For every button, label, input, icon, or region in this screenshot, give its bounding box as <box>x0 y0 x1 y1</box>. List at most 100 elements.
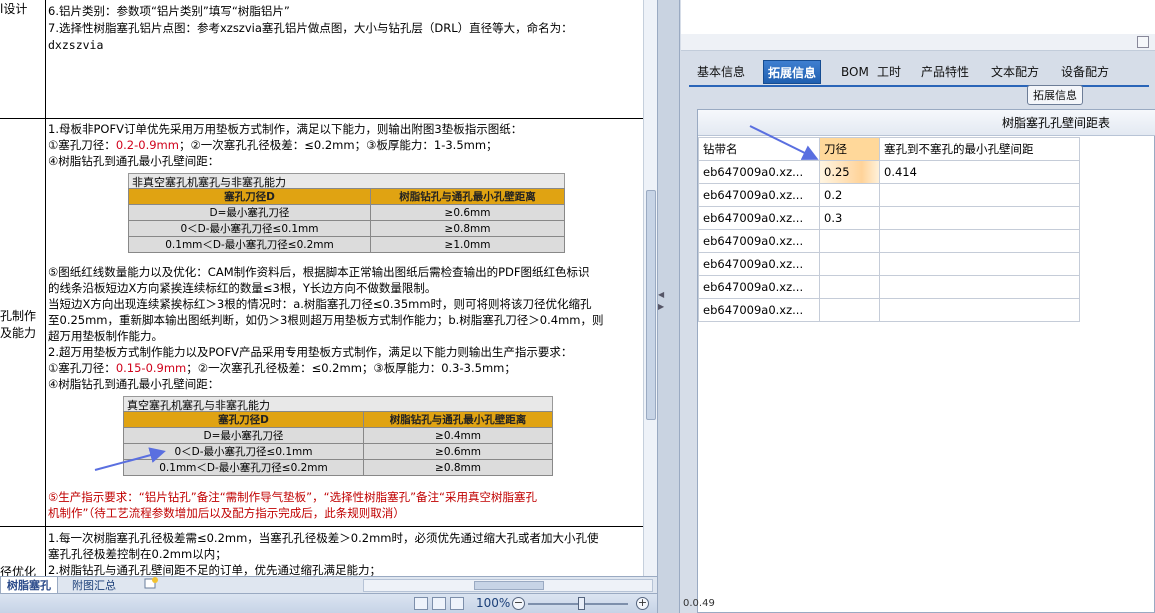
grid-cell[interactable]: eb647009a0.xz... <box>698 160 820 184</box>
zoom-level[interactable]: 100% <box>476 596 510 610</box>
table-cell: D=最小塞孔刀径 <box>123 427 364 444</box>
column-header-tool-diameter[interactable]: 刀径 <box>819 137 880 161</box>
spreadsheet-pane: l设计 孔制作 及能力 径优化 6.铝片类别：参数项“铝片类别”填写“树脂铝片”… <box>0 0 657 613</box>
grid-cell[interactable]: eb647009a0.xz... <box>698 206 820 230</box>
grid-cell[interactable] <box>819 229 880 253</box>
text-segment: ①塞孔刀径： <box>48 361 116 375</box>
column-header-drill-name[interactable]: 钻带名 <box>698 137 820 161</box>
grid-row[interactable]: eb647009a0.xz... 0.25 0.414 <box>698 160 1080 184</box>
grid-cell[interactable]: eb647009a0.xz... <box>698 298 820 322</box>
row-label-cell[interactable]: l设计 <box>0 0 46 118</box>
tab-bom[interactable]: BOM <box>837 60 873 84</box>
grid-row[interactable]: eb647009a0.xz... <box>698 229 1080 253</box>
panel-toolbar <box>681 34 1155 51</box>
row-divider <box>0 118 657 119</box>
grid-cell[interactable] <box>819 275 880 299</box>
grid-row[interactable]: eb647009a0.xz... 0.2 <box>698 183 1080 207</box>
grid-cell[interactable]: 0.2 <box>819 183 880 207</box>
table-cell: ≥0.6mm <box>363 443 553 460</box>
capability-table-2: 塞孔刀径D 树脂钻孔与通孔最小孔壁距离 D=最小塞孔刀径 ≥0.4mm 0＜D-最… <box>123 411 553 476</box>
vertical-scrollbar[interactable] <box>643 0 657 576</box>
tab-work-hours[interactable]: 工时 <box>873 60 905 84</box>
grid-row[interactable]: eb647009a0.xz... <box>698 298 1080 322</box>
zoom-slider-knob[interactable] <box>578 597 585 610</box>
row-label: 孔制作 <box>0 309 37 323</box>
tab-equipment-recipe[interactable]: 设备配方 <box>1057 60 1113 84</box>
collapse-left-icon[interactable]: ◀ <box>658 290 665 300</box>
grid-cell[interactable] <box>819 252 880 276</box>
grid-row[interactable]: eb647009a0.xz... <box>698 275 1080 299</box>
row-label-cell[interactable]: 孔制作 及能力 <box>0 119 46 526</box>
tab-text-recipe[interactable]: 文本配方 <box>987 60 1043 84</box>
grid-cell[interactable]: eb647009a0.xz... <box>698 275 820 299</box>
table2-title: 真空塞孔机塞孔与非塞孔能力 <box>123 396 553 412</box>
column-header-min-wall-spacing[interactable]: 塞孔到不塞孔的最小孔壁间距 <box>879 137 1080 161</box>
grid-row[interactable]: eb647009a0.xz... 0.3 <box>698 206 1080 230</box>
pane-splitter[interactable]: ◀ ▶ <box>657 0 680 613</box>
scroll-thumb[interactable] <box>646 190 656 420</box>
grid-cell[interactable]: eb647009a0.xz... <box>698 183 820 207</box>
grid-cell[interactable]: 0.3 <box>819 206 880 230</box>
detail-panel: 基本信息 拓展信息 BOM 工时 产品特性 文本配方 设备配方 树脂塞孔孔壁间距… <box>681 0 1155 613</box>
text-line: ④树脂钻孔到通孔最小孔壁间距： <box>48 377 220 391</box>
grid-caption: 树脂塞孔孔壁间距表 <box>698 110 1155 136</box>
table-cell: ≥0.8mm <box>370 220 565 237</box>
zoom-in-icon[interactable]: + <box>636 597 649 610</box>
zoom-out-icon[interactable]: − <box>512 597 525 610</box>
text-line: ①塞孔刀径：0.15-0.9mm；②一次塞孔孔径极差：≤0.2mm；③板厚能力：… <box>48 360 516 376</box>
table-cell: ≥0.4mm <box>363 427 553 444</box>
insert-sheet-icon[interactable] <box>138 577 164 594</box>
grid-cell[interactable] <box>879 275 1080 299</box>
grid-cell[interactable]: eb647009a0.xz... <box>698 229 820 253</box>
red-value: 0.2-0.9mm <box>115 138 179 152</box>
horizontal-scrollbar[interactable] <box>363 579 653 592</box>
sheet-tab-figures[interactable]: 附图汇总 <box>66 577 122 594</box>
text-line: 当短边X方向出现连续紧挨标红＞3根的情况时：a.树脂塞孔刀径≤0.35mm时，则… <box>48 297 592 311</box>
text-segment: ①塞孔刀径： <box>48 138 116 152</box>
text-line-red: ⑤生产指示要求：“铝片钻孔”备注“需制作导气垫板”，“选择性树脂塞孔”备注“采用… <box>48 490 538 504</box>
text-line: 1.母板非POFV订单优先采用万用垫板方式制作，满足以下能力，则输出附图3垫板指… <box>48 122 523 136</box>
plug-spacing-grid-panel: 树脂塞孔孔壁间距表 钻带名 刀径 塞孔到不塞孔的最小孔壁间距 eb647009a… <box>697 109 1155 613</box>
table-header: 塞孔刀径D <box>123 411 364 428</box>
table-cell: D=最小塞孔刀径 <box>128 204 371 221</box>
grid-cell-selected[interactable]: 0.25 <box>819 160 880 184</box>
grid-cell[interactable] <box>879 183 1080 207</box>
grid-cell[interactable] <box>879 206 1080 230</box>
text-line: 的线条沿板短边X方向紧挨连续标红的数量≤3根，Y长边方向不做数量限制。 <box>48 281 437 295</box>
page-break-view-icon[interactable] <box>450 597 464 610</box>
scroll-thumb[interactable] <box>474 581 544 590</box>
collapse-right-icon[interactable]: ▶ <box>658 302 665 312</box>
normal-view-icon[interactable] <box>414 597 428 610</box>
table-cell: 0.1mm＜D-最小塞孔刀径≤0.2mm <box>128 236 371 253</box>
text-line: 1.每一次树脂塞孔孔径极差需≤0.2mm，当塞孔孔径极差＞0.2mm时，必须优先… <box>48 531 599 545</box>
text-segment: ；②一次塞孔孔径极差：≤0.2mm；③板厚能力：1-3.5mm； <box>178 138 498 152</box>
row-label-cell[interactable]: 径优化 <box>0 527 46 576</box>
row-label: 径优化 <box>0 565 37 576</box>
table1-title: 非真空塞孔机塞孔与非塞孔能力 <box>128 173 565 189</box>
grid-row[interactable]: eb647009a0.xz... <box>698 252 1080 276</box>
sheet-tab-bar: 树脂塞孔 附图汇总 <box>0 576 657 594</box>
text-line: 至0.25mm，重新脚本输出图纸判断，如仍＞3根则超万用垫板方式制作能力；b.树… <box>48 313 604 327</box>
text-line: 超万用垫板制作能力。 <box>48 329 163 343</box>
panel-top-area <box>681 0 1155 34</box>
table-cell: 0＜D-最小塞孔刀径≤0.1mm <box>123 443 364 460</box>
sheet-tab-resin-plug[interactable]: 树脂塞孔 <box>0 577 58 594</box>
grid-cell[interactable] <box>879 298 1080 322</box>
tab-basic-info[interactable]: 基本信息 <box>693 60 749 84</box>
grid-cell[interactable] <box>879 252 1080 276</box>
row-label: l设计 <box>0 2 28 16</box>
tab-product-features[interactable]: 产品特性 <box>917 60 973 84</box>
table-header: 树脂钻孔与通孔最小孔壁距离 <box>363 411 553 428</box>
tab-extended-info[interactable]: 拓展信息 <box>763 60 822 84</box>
grid-cell[interactable] <box>819 298 880 322</box>
grid-cell[interactable] <box>879 229 1080 253</box>
text-line: 2.超万用垫板方式制作能力以及POFV产品采用专用垫板方式制作，满足以下能力则输… <box>48 345 573 359</box>
panel-status-text: 0.0.49 <box>683 598 715 609</box>
panel-box-icon[interactable] <box>1137 36 1149 48</box>
text-line: 7.选择性树脂塞孔铝片点图：参考xzszvia塞孔铝片做点图，大小与钻孔层（DR… <box>48 21 573 35</box>
sheet-area: l设计 孔制作 及能力 径优化 6.铝片类别：参数项“铝片类别”填写“树脂铝片”… <box>0 0 657 576</box>
page-layout-view-icon[interactable] <box>432 597 446 610</box>
grid-cell[interactable]: 0.414 <box>879 160 1080 184</box>
grid-cell[interactable]: eb647009a0.xz... <box>698 252 820 276</box>
text-line: ⑤图纸红线数量能力以及优化：CAM制作资料后，根据脚本正常输出图纸后需检查输出的… <box>48 265 590 279</box>
